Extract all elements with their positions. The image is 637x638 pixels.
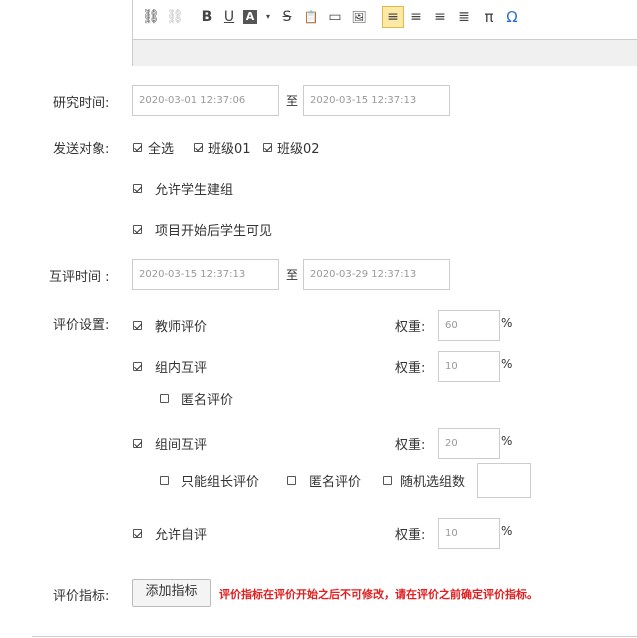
font-color-icon[interactable]: A: [243, 10, 257, 24]
class01-checkbox[interactable]: [194, 143, 203, 152]
intra-group-checkbox[interactable]: [133, 362, 142, 371]
dropdown-arrow-icon[interactable]: ▾: [258, 7, 278, 27]
random-groups-label: 随机选组数: [400, 475, 466, 490]
eval-index-warning: 评价指标在评价开始之后不可修改，请在评价之前确定评价指标。: [219, 588, 538, 601]
intra-weight-input[interactable]: 10: [438, 351, 500, 382]
unlink-icon[interactable]: ⛓: [165, 7, 185, 27]
omega-icon[interactable]: Ω: [502, 7, 522, 27]
leader-only-label: 只能组长评价: [181, 475, 260, 490]
select-all-checkbox[interactable]: [133, 143, 142, 152]
teacher-weight-label: 权重:: [395, 320, 426, 335]
bold-icon[interactable]: B: [197, 7, 217, 27]
strikethrough-icon[interactable]: S: [277, 7, 297, 27]
editor-toolbar: ⛓ ⛓ B U A ▾ S 📋 ▭ 🖼 ≡ ≡ ≡ ≣ π Ω: [133, 0, 637, 31]
eval-settings-label: 评价设置:: [53, 318, 110, 333]
teacher-eval-label: 教师评价: [155, 320, 208, 335]
select-all-label: 全选: [148, 142, 175, 157]
peer-time-separator: 至: [286, 268, 299, 282]
underline-icon[interactable]: U: [219, 7, 239, 27]
inter-weight-input[interactable]: 20: [438, 428, 500, 459]
send-target-label: 发送对象:: [53, 142, 110, 157]
align-justify-icon[interactable]: ≣: [454, 7, 474, 27]
align-left-icon[interactable]: ≡: [382, 6, 404, 28]
intra-anonymous-label: 匿名评价: [181, 393, 234, 408]
peer-time-label: 互评时间 :: [49, 270, 110, 285]
inter-group-label: 组间互评: [155, 438, 208, 453]
divider: [32, 636, 637, 637]
class02-label: 班级02: [277, 142, 320, 157]
teacher-weight-input[interactable]: 60: [438, 310, 500, 341]
teacher-eval-checkbox[interactable]: [133, 321, 142, 330]
allow-group-label: 允许学生建组: [155, 183, 234, 198]
align-right-icon[interactable]: ≡: [430, 7, 450, 27]
visible-after-start-checkbox[interactable]: [133, 225, 142, 234]
inter-anonymous-label: 匿名评价: [309, 475, 362, 490]
toggle-icon[interactable]: ▭: [325, 7, 345, 27]
research-time-separator: 至: [286, 94, 299, 108]
self-weight-label: 权重:: [395, 528, 426, 543]
class02-checkbox[interactable]: [263, 143, 272, 152]
research-start-input[interactable]: 2020-03-01 12:37:06: [132, 85, 279, 116]
paste-text-icon[interactable]: 📋: [301, 7, 321, 27]
visible-after-start-label: 项目开始后学生可见: [155, 224, 273, 239]
self-weight-percent: %: [501, 524, 513, 538]
self-eval-label: 允许自评: [155, 528, 208, 543]
leader-only-checkbox[interactable]: [160, 476, 169, 485]
research-end-input[interactable]: 2020-03-15 12:37:13: [303, 85, 450, 116]
editor-status-bar: [133, 39, 637, 66]
pi-icon[interactable]: π: [479, 7, 499, 27]
inter-weight-label: 权重:: [395, 438, 426, 453]
rich-text-editor[interactable]: ⛓ ⛓ B U A ▾ S 📋 ▭ 🖼 ≡ ≡ ≡ ≣ π Ω: [132, 0, 637, 66]
link-icon[interactable]: ⛓: [141, 7, 161, 27]
allow-group-checkbox[interactable]: [133, 184, 142, 193]
align-center-icon[interactable]: ≡: [406, 7, 426, 27]
class01-label: 班级01: [208, 142, 251, 157]
inter-weight-percent: %: [501, 434, 513, 448]
random-groups-input[interactable]: [477, 463, 531, 498]
intra-group-label: 组内互评: [155, 361, 208, 376]
peer-end-input[interactable]: 2020-03-29 12:37:13: [303, 259, 450, 290]
research-time-label: 研究时间:: [53, 96, 110, 111]
intra-anonymous-checkbox[interactable]: [160, 394, 169, 403]
inter-anonymous-checkbox[interactable]: [287, 476, 296, 485]
random-groups-checkbox[interactable]: [383, 476, 392, 485]
peer-start-input[interactable]: 2020-03-15 12:37:13: [132, 259, 279, 290]
self-weight-input[interactable]: 10: [438, 518, 500, 549]
self-eval-checkbox[interactable]: [133, 529, 142, 538]
teacher-weight-percent: %: [501, 316, 513, 330]
image-icon[interactable]: 🖼: [349, 7, 369, 27]
intra-weight-percent: %: [501, 357, 513, 371]
inter-group-checkbox[interactable]: [133, 439, 142, 448]
add-index-button[interactable]: 添加指标: [132, 579, 211, 607]
intra-weight-label: 权重:: [395, 361, 426, 376]
eval-index-label: 评价指标:: [53, 589, 110, 604]
